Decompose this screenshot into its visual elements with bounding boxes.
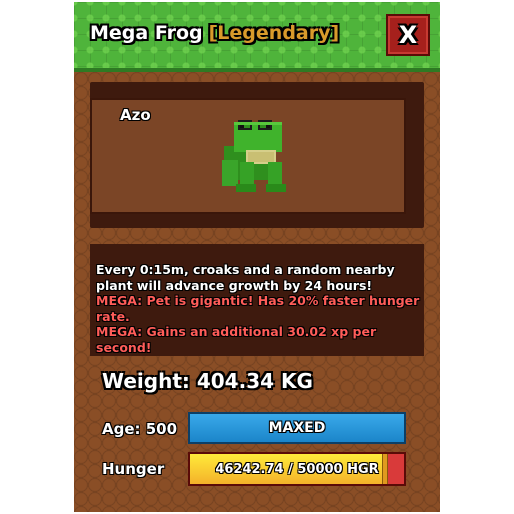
age-bar-text: MAXED [268, 420, 326, 436]
pet-title: Mega Frog [Legendary] [90, 22, 339, 44]
pet-info-panel: Mega Frog [Legendary] X Azo Every 0:15m, … [74, 2, 440, 512]
pet-name: Azo [120, 106, 151, 124]
panel-header: Mega Frog [Legendary] X [74, 2, 440, 72]
age-bar: MAXED [188, 412, 406, 444]
pet-title-name: Mega Frog [90, 22, 203, 44]
close-button[interactable]: X [386, 14, 430, 56]
frog-icon [222, 120, 286, 192]
mega-bonus-1: MEGA: Pet is gigantic! Has 20% faster hu… [96, 293, 420, 324]
weight-label: Weight: 404.34 KG [102, 369, 313, 393]
ability-description: Every 0:15m, croaks and a random nearby … [96, 262, 395, 293]
rarity-label: [Legendary] [208, 22, 340, 44]
description-text: Every 0:15m, croaks and a random nearby … [96, 262, 422, 355]
mega-bonus-2: MEGA: Gains an additional 30.02 xp per s… [96, 324, 377, 355]
hunger-bar: 46242.74 / 50000 HGR [188, 452, 406, 486]
age-label: Age: 500 [102, 420, 178, 438]
hunger-label: Hunger [102, 460, 165, 478]
close-icon: X [398, 21, 418, 49]
hunger-bar-text: 46242.74 / 50000 HGR [215, 461, 379, 477]
